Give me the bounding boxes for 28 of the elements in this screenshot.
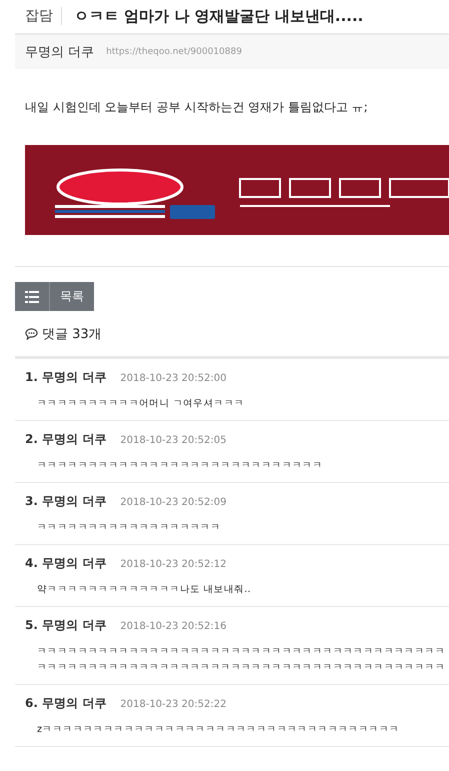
comment-author: 5. 무명의 더쿠 — [25, 617, 106, 634]
post-url[interactable]: https://theqoo.net/900010889 — [106, 47, 242, 57]
comment-time: 2018-10-23 20:52:22 — [120, 699, 226, 710]
comment-text: 약ㅋㅋㅋㅋㅋㅋㅋㅋㅋㅋㅋㅋㅋ나도 내보내줘.. — [36, 583, 251, 597]
comment-author: 4. 무명의 더쿠 — [25, 555, 106, 572]
speech-bubble-icon — [25, 328, 38, 340]
comment-time: 2018-10-23 20:52:00 — [120, 373, 226, 384]
comment-time: 2018-10-23 20:52:12 — [120, 559, 226, 570]
comment-author: 2. 무명의 더쿠 — [25, 431, 106, 448]
comment-count: 댓글 33개 — [42, 326, 102, 343]
comment-text: ㅋㅋㅋㅋㅋㅋㅋㅋㅋㅋㅋㅋㅋㅋㅋㅋㅋㅋㅋㅋㅋㅋㅋㅋㅋㅋㅋㅋㅋㅋㅋㅋㅋㅋㅋㅋㅋㅋㅋㅋ — [36, 645, 445, 659]
comment-text: ㅋㅋㅋㅋㅋㅋㅋㅋㅋㅋㅋㅋㅋㅋㅋㅋㅋㅋㅋㅋㅋㅋㅋㅋㅋㅋㅋㅋ — [36, 459, 323, 473]
comment-time: 2018-10-23 20:52:09 — [120, 497, 226, 508]
list-button[interactable]: 목록 — [15, 282, 94, 311]
comment-text: ㅋㅋㅋㅋㅋㅋㅋㅋㅋㅋㅋㅋㅋㅋㅋㅋㅋㅋㅋㅋㅋㅋㅋㅋㅋㅋㅋㅋㅋㅋㅋㅋㅋㅋㅋㅋㅋㅋㅋㅋ — [36, 661, 445, 675]
comment-time: 2018-10-23 20:52:05 — [120, 435, 226, 446]
comment-text: ㅋㅋㅋㅋㅋㅋㅋㅋㅋㅋㅋㅋㅋㅋㅋㅋㅋㅋ — [36, 521, 221, 535]
comment-author: 1. 무명의 더쿠 — [25, 369, 106, 386]
list-icon — [25, 290, 39, 302]
comment-time: 2018-10-23 20:52:16 — [120, 621, 226, 632]
comment-text: zㅋㅋㅋㅋㅋㅋㅋㅋㅋㅋㅋㅋㅋㅋㅋㅋㅋㅋㅋㅋㅋㅋㅋㅋㅋㅋㅋㅋㅋㅋㅋㅋㅋㅋㅋ — [36, 723, 400, 737]
author-name: 무명의 더쿠 — [25, 44, 94, 61]
comment-author: 6. 무명의 더쿠 — [25, 695, 106, 712]
comment-text: ㅋㅋㅋㅋㅋㅋㅋㅋㅋㅋ어머니 ㄱ여우셔ㅋㅋㅋ — [36, 397, 244, 411]
post-body: 내일 시험인데 오늘부터 공부 시작하는건 영재가 틀림없다고 ㅠ; — [25, 99, 369, 116]
comment-author: 3. 무명의 더쿠 — [25, 493, 106, 510]
category-label[interactable]: 잡담 — [25, 7, 62, 25]
post-title: ㅇㅋㅌ 엄마가 나 영재발굴단 내보낸대..... — [74, 6, 364, 26]
